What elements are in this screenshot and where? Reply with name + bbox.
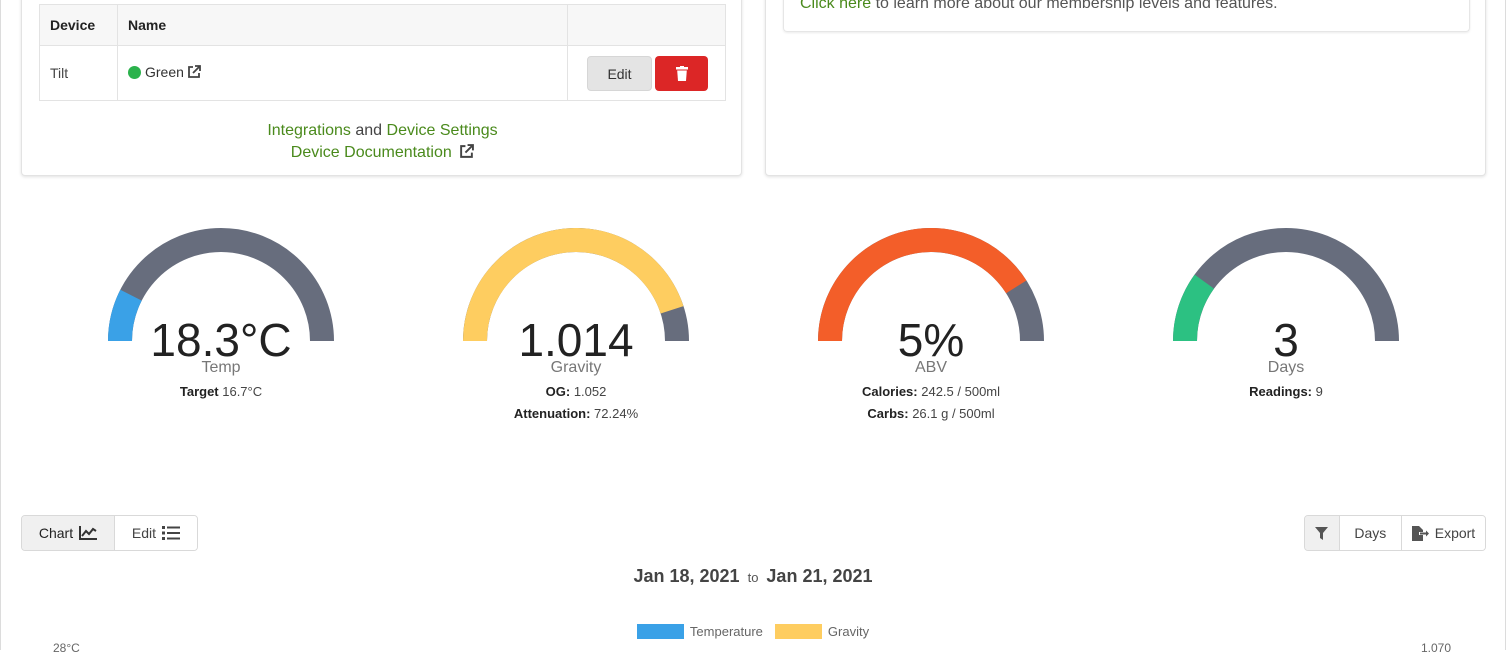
membership-card: Click here to learn more about our membe… [765,0,1486,176]
device-name-link[interactable]: Green [145,64,184,80]
edit-view-label: Edit [131,525,157,541]
status-dot-icon [128,66,141,79]
device-links: Integrations and Device Settings Device … [22,120,743,166]
legend-swatch-temperature [636,624,684,639]
device-name-cell: Green [117,45,568,101]
column-header-actions [567,4,726,46]
gauge-gravity: 1.014 Gravity OG: 1.052 Attenuation: 72.… [426,228,726,438]
column-header-device: Device [39,4,118,46]
gauge-days: 3 Days Readings: 9 [1136,228,1436,438]
legend-label-gravity: Gravity [827,624,870,639]
device-documentation-link[interactable]: Device Documentation [291,144,452,161]
devices-table: Device Name Tilt Green Edit [39,4,726,101]
links-conjunction: and [350,122,387,139]
integrations-link[interactable]: Integrations [267,122,351,139]
legend-item-gravity[interactable]: Gravity [774,624,870,639]
delete-device-button[interactable] [655,55,708,91]
date-from[interactable]: Jan 18, 2021 [633,566,739,586]
gauge-abv-calories: Calories: 242.5 / 500ml [861,384,1001,399]
edit-view-button[interactable]: Edit [114,516,197,550]
table-row: Tilt Green Edit [39,45,726,101]
view-toggle-group: Chart Edit [21,515,198,551]
y-axis-left-tick: 28°C [53,641,80,655]
chart-legend: Temperature Gravity [0,624,1506,639]
days-label: Days [1354,525,1387,541]
date-range: Jan 18, 2021 to Jan 21, 2021 [0,566,1506,587]
gauge-temp: 18.3°C Temp Target 16.7°C [71,228,371,438]
devices-table-header-row: Device Name [39,4,726,46]
y-axis-right-tick: 1.070 [1421,641,1452,655]
gauge-abv: 5% ABV Calories: 242.5 / 500ml Carbs: 26… [781,228,1081,438]
gauge-gravity-og: OG: 1.052 [545,384,607,399]
list-icon [162,526,181,540]
column-header-name: Name [117,4,568,46]
filter-button[interactable] [1305,516,1340,550]
file-export-icon [1411,525,1429,541]
legend-label-temperature: Temperature [689,624,763,639]
date-to[interactable]: Jan 21, 2021 [766,566,872,586]
edit-device-button[interactable]: Edit [587,55,652,91]
days-button[interactable]: Days [1339,516,1402,550]
gauge-gravity-label: Gravity [550,359,602,376]
chart-view-button[interactable]: Chart [22,516,115,550]
membership-link[interactable]: Click here [800,0,871,12]
membership-notice: Click here to learn more about our membe… [783,0,1470,32]
gauge-abv-label: ABV [914,359,947,376]
legend-swatch-gravity [774,624,822,639]
membership-text: to learn more about our membership level… [871,0,1278,12]
device-settings-link[interactable]: Device Settings [387,122,498,139]
gauge-gravity-attenuation: Attenuation: 72.24% [513,406,639,421]
line-chart-icon [79,526,98,540]
chart-view-label: Chart [38,525,74,541]
device-actions-cell: Edit [567,45,726,101]
date-to-word: to [747,570,759,585]
chart-toolbar: Days Export [1304,515,1486,551]
gauge-temp-target: Target 16.7°C [179,384,263,399]
legend-item-temperature[interactable]: Temperature [636,624,763,639]
filter-icon [1315,526,1329,540]
external-link-icon[interactable] [187,65,201,82]
external-link-icon[interactable] [459,144,475,166]
gauge-temp-label: Temp [201,359,241,376]
gauge-days-label: Days [1267,359,1305,376]
trash-icon [675,65,688,81]
device-type-cell: Tilt [39,45,118,101]
gauge-days-readings: Readings: 9 [1249,384,1323,399]
export-button[interactable]: Export [1401,516,1485,550]
device-card: Device Name Tilt Green Edit Integrations… [21,0,742,176]
export-label: Export [1434,525,1476,541]
gauge-abv-carbs: Carbs: 26.1 g / 500ml [867,406,995,421]
